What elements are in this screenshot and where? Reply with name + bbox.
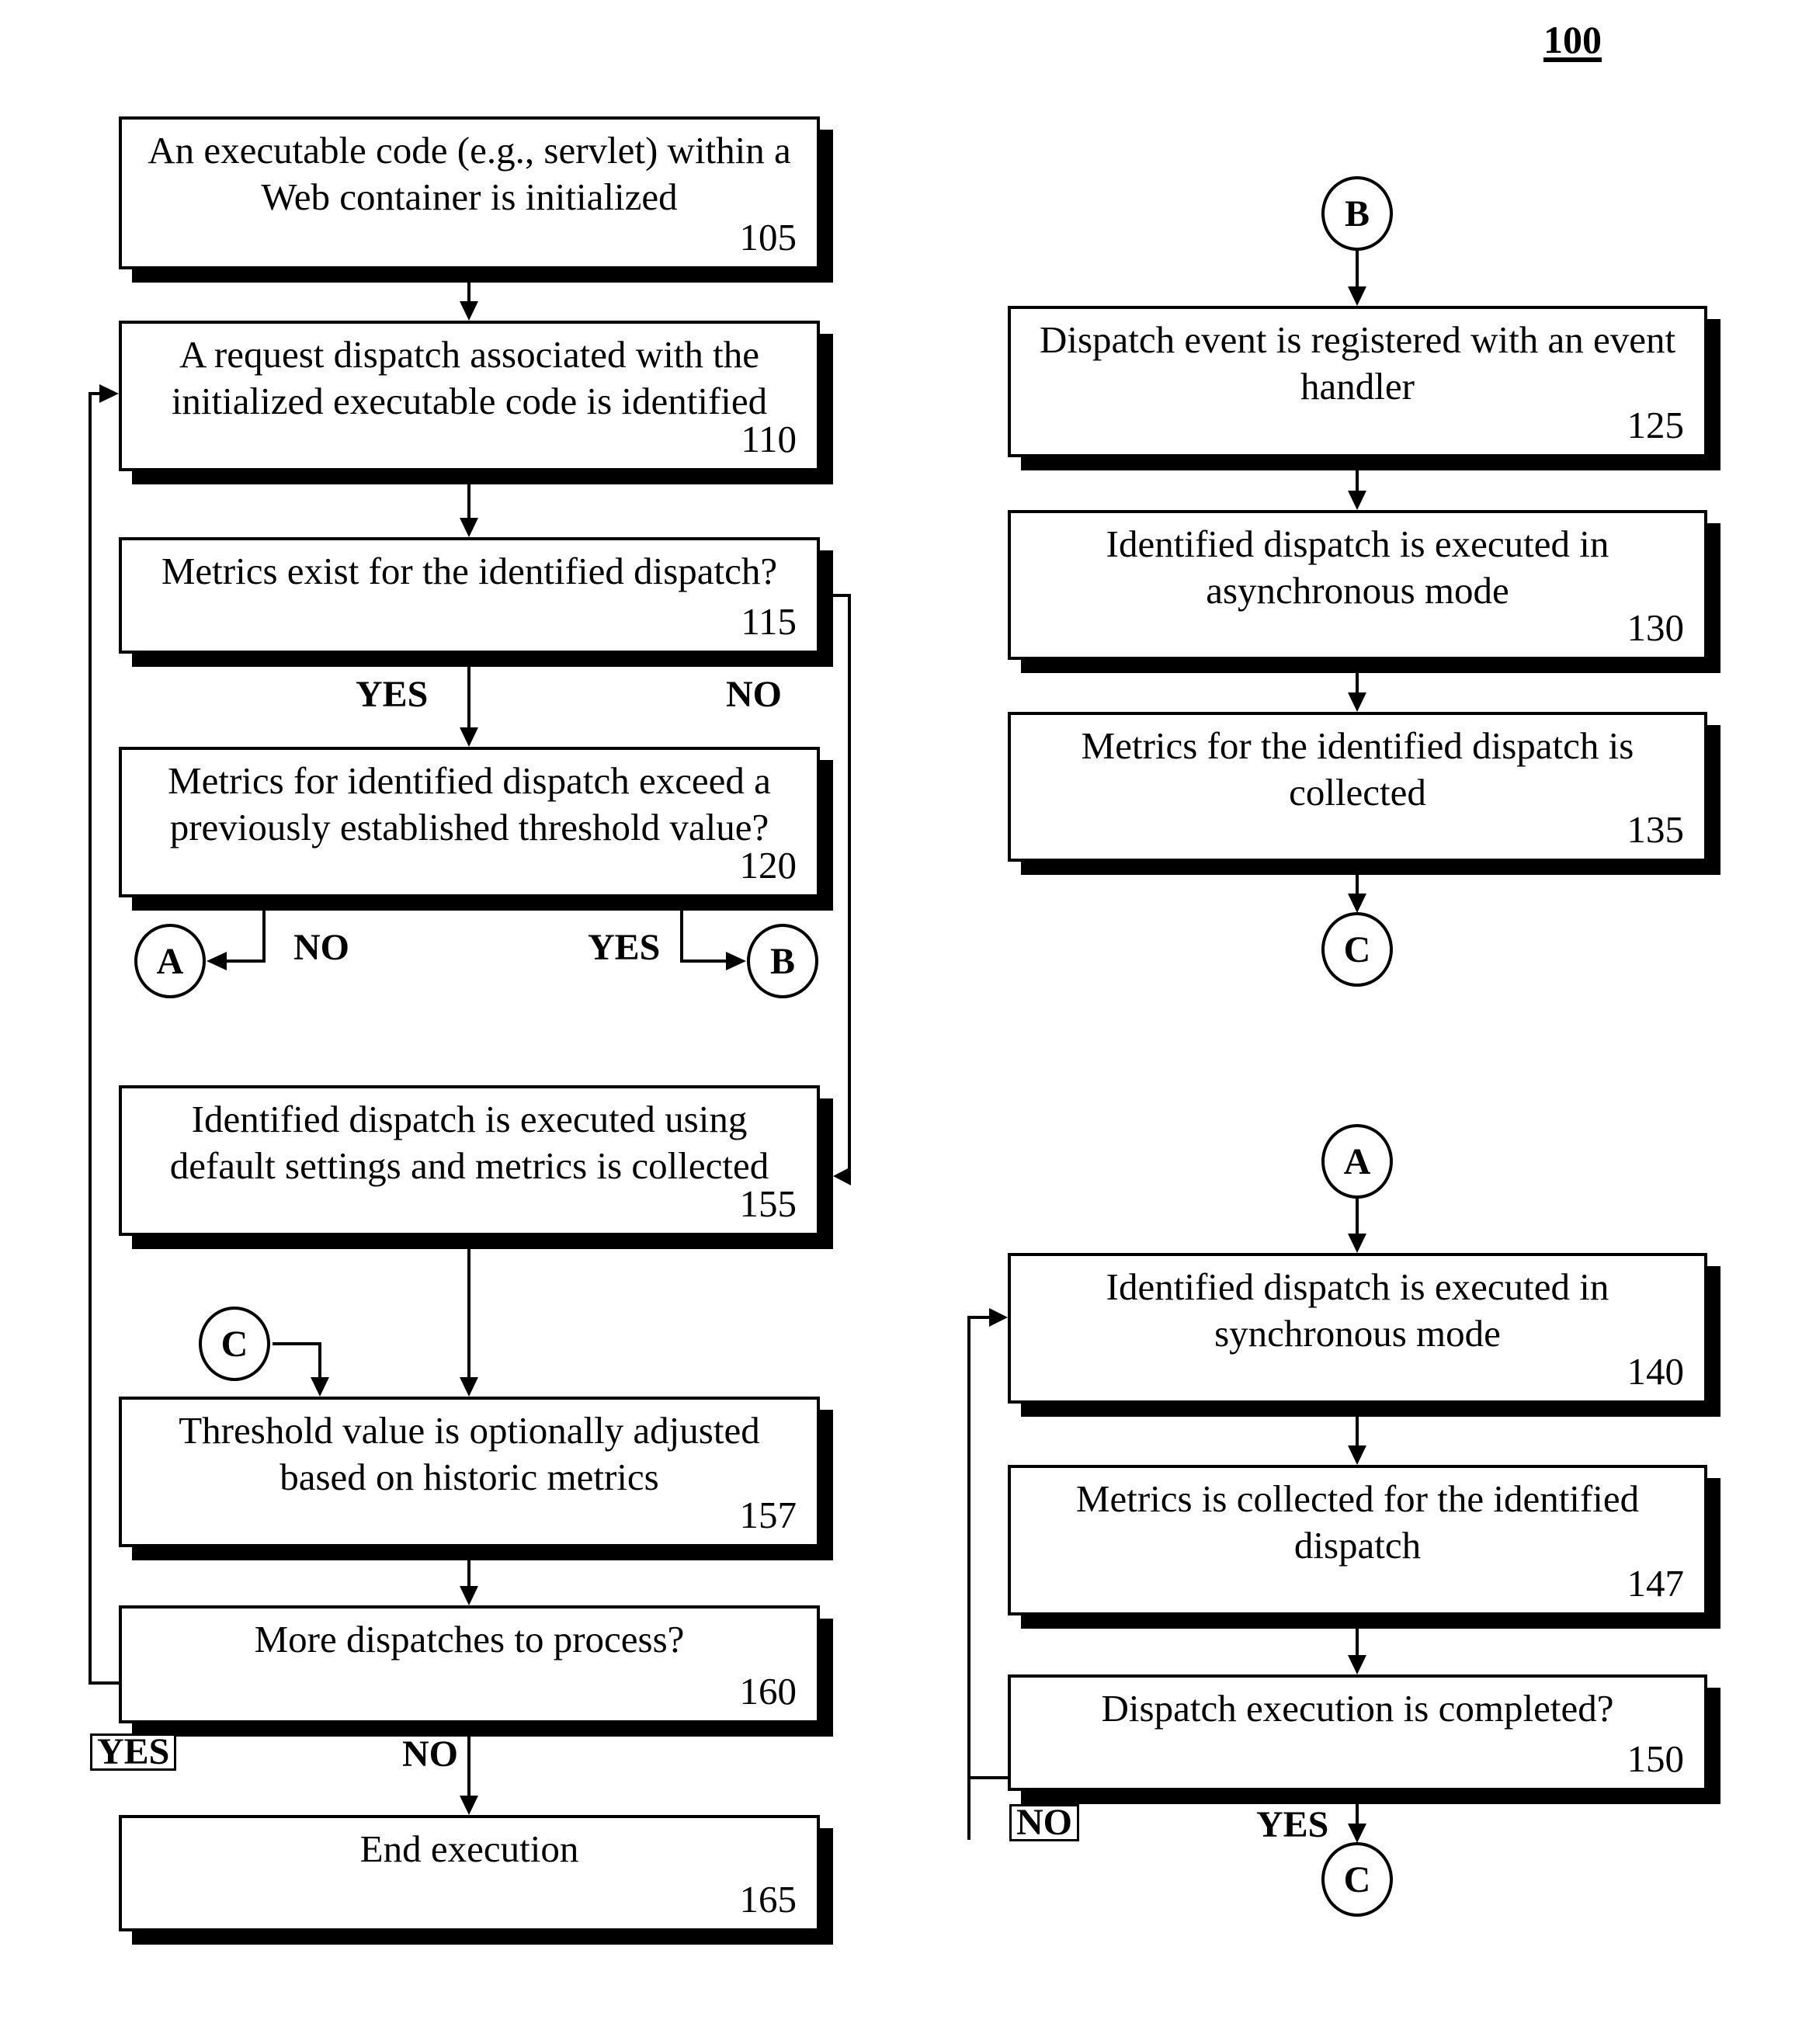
step-110-text: A request dispatch associated with the i… — [171, 333, 768, 422]
arrowhead-165 — [460, 1796, 478, 1815]
branch-115-no: NO — [726, 674, 782, 715]
step-150-text: Dispatch execution is completed? — [1101, 1687, 1614, 1730]
step-125-text: Dispatch event is registered with an eve… — [1039, 318, 1676, 408]
arrow-160-yes-loop-to-110 — [89, 392, 119, 1685]
branch-120-no: NO — [293, 927, 349, 968]
branch-150-no: NO — [1009, 1804, 1079, 1841]
step-120-decision-box: Metrics for identified dispatch exceed a… — [119, 747, 820, 897]
arrowhead-150 — [1348, 1655, 1366, 1674]
connector-B-out: B — [747, 924, 818, 998]
step-157-text: Threshold value is optionally adjusted b… — [179, 1409, 760, 1498]
step-105-box: An executable code (e.g., servlet) withi… — [119, 116, 820, 269]
step-120-number: 120 — [739, 844, 797, 887]
step-160-decision-box: More dispatches to process? 160 — [119, 1605, 820, 1723]
step-115-decision-box: Metrics exist for the identified dispatc… — [119, 537, 820, 654]
step-160-number: 160 — [739, 1670, 797, 1713]
arrowhead-140 — [1348, 1234, 1366, 1253]
connector-C-in: C — [199, 1307, 270, 1381]
step-155-number: 155 — [739, 1182, 797, 1225]
step-130-box: Identified dispatch is executed in async… — [1008, 510, 1707, 660]
step-110-number: 110 — [741, 418, 797, 460]
figure-number: 100 — [1543, 18, 1602, 61]
step-115-text: Metrics exist for the identified dispatc… — [161, 550, 778, 592]
step-115-number: 115 — [741, 600, 797, 643]
connector-C-out-async: C — [1321, 912, 1393, 987]
step-135-number: 135 — [1627, 808, 1685, 851]
flowchart-canvas: 100 An executable code (e.g., servlet) w… — [0, 0, 1809, 2044]
step-140-text: Identified dispatch is executed in synch… — [1106, 1265, 1609, 1355]
arrowhead-160 — [460, 1586, 478, 1605]
step-147-box: Metrics is collected for the identified … — [1008, 1465, 1707, 1615]
step-130-number: 130 — [1627, 606, 1685, 649]
connector-B-in: B — [1321, 176, 1393, 251]
arrow-120-yes-to-B — [680, 911, 727, 963]
branch-160-no: NO — [402, 1733, 458, 1775]
arrowhead-135 — [1348, 692, 1366, 712]
arrowhead-110-loop — [99, 384, 119, 403]
arrowhead-140-loop — [989, 1308, 1008, 1327]
branch-150-yes: YES — [1256, 1804, 1329, 1845]
step-110-box: A request dispatch associated with the i… — [119, 321, 820, 471]
arrowhead-125 — [1348, 286, 1366, 306]
arrow-120-no-to-A — [225, 911, 266, 963]
connector-A-in: A — [1321, 1124, 1393, 1199]
arrowhead-C-sync — [1348, 1824, 1366, 1843]
step-155-text: Identified dispatch is executed using de… — [169, 1098, 769, 1187]
step-125-number: 125 — [1627, 404, 1685, 446]
step-165-end-box: End execution 165 — [119, 1815, 820, 1931]
arrowhead-C-async — [1348, 894, 1366, 913]
step-160-text: More dispatches to process? — [254, 1618, 685, 1661]
step-135-text: Metrics for the identified dispatch is c… — [1081, 724, 1634, 814]
arrowhead-130 — [1348, 491, 1366, 510]
step-120-text: Metrics for identified dispatch exceed a… — [168, 759, 771, 848]
step-150-number: 150 — [1627, 1737, 1685, 1780]
arrowhead-A — [207, 952, 227, 970]
arrowhead-120 — [460, 727, 478, 747]
step-155-box: Identified dispatch is executed using de… — [119, 1085, 820, 1236]
branch-160-yes: YES — [90, 1733, 177, 1771]
arrowhead-157-C — [311, 1377, 329, 1397]
arrowhead-155-side — [833, 1167, 851, 1185]
connector-C-out-sync: C — [1321, 1842, 1393, 1917]
arrowhead-B — [726, 952, 746, 970]
connector-A-out: A — [134, 924, 206, 998]
arrowhead-115 — [460, 518, 478, 537]
step-165-number: 165 — [739, 1878, 797, 1921]
arrow-C-to-157 — [273, 1342, 321, 1378]
step-125-box: Dispatch event is registered with an eve… — [1008, 306, 1707, 457]
step-135-box: Metrics for the identified dispatch is c… — [1008, 712, 1707, 862]
arrow-115-no-to-155 — [833, 594, 851, 1178]
arrowhead-147 — [1348, 1445, 1366, 1465]
arrowhead-157-main — [460, 1377, 478, 1397]
step-147-text: Metrics is collected for the identified … — [1075, 1477, 1640, 1567]
step-157-number: 157 — [739, 1494, 797, 1536]
branch-115-yes: YES — [356, 674, 429, 715]
step-105-text: An executable code (e.g., servlet) withi… — [148, 129, 791, 218]
arrow-150-no-loop-to-140 — [967, 1316, 1008, 1840]
step-140-box: Identified dispatch is executed in synch… — [1008, 1253, 1707, 1404]
step-165-text: End execution — [359, 1827, 579, 1870]
step-157-box: Threshold value is optionally adjusted b… — [119, 1397, 820, 1547]
arrowhead-110 — [460, 301, 478, 321]
step-147-number: 147 — [1627, 1562, 1685, 1605]
step-105-number: 105 — [739, 216, 797, 259]
step-130-text: Identified dispatch is executed in async… — [1106, 522, 1609, 612]
step-140-number: 140 — [1627, 1350, 1685, 1393]
step-150-decision-box: Dispatch execution is completed? 150 — [1008, 1674, 1707, 1791]
branch-120-yes: YES — [588, 927, 661, 968]
